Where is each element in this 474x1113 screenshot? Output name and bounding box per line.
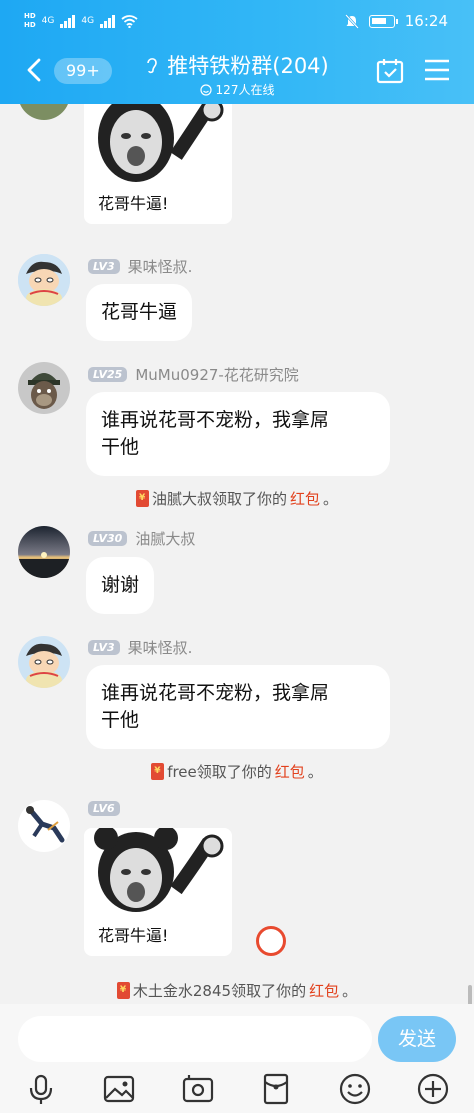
- sender-name[interactable]: 油腻大叔: [135, 528, 195, 549]
- sender-meta: LV30 油腻大叔: [88, 528, 195, 549]
- plus-icon[interactable]: [416, 1072, 450, 1106]
- sender-meta: LV3 果味怪叔.: [88, 637, 192, 658]
- message-bubble[interactable]: 谁再说花哥不宠粉，我拿屌 干他: [86, 392, 390, 476]
- avatar[interactable]: [18, 254, 70, 306]
- message-text: 花哥牛逼: [101, 301, 178, 323]
- signal-icon: [60, 14, 76, 28]
- red-envelope-icon: [151, 763, 165, 780]
- avatar[interactable]: [18, 800, 70, 852]
- message-text-line: 谁再说花哥不宠粉，我拿屌: [101, 409, 330, 431]
- panda-meme-image: [84, 828, 232, 923]
- network-label-2: 4G: [81, 16, 95, 26]
- avatar[interactable]: [18, 636, 70, 688]
- reaction-badge-icon[interactable]: [256, 926, 286, 956]
- image-icon[interactable]: [102, 1072, 136, 1106]
- level-badge: LV25: [88, 367, 128, 382]
- level-badge: LV30: [88, 531, 128, 546]
- online-status-icon: [199, 83, 212, 96]
- mute-icon: [344, 13, 359, 29]
- message-bubble[interactable]: 谁再说花哥不宠粉，我拿屌 干他: [86, 665, 390, 749]
- red-envelope-icon: [135, 490, 149, 507]
- message-bubble[interactable]: 谢谢: [86, 557, 155, 614]
- chat-header: HD HD 4G 4G 16:24 99+ 推特铁粉群(204) 127人在线: [0, 0, 474, 104]
- network-label-1: 4G: [41, 16, 55, 26]
- redpacket-link[interactable]: 红包: [275, 761, 305, 782]
- meme-sticker[interactable]: 花哥牛逼!: [84, 104, 232, 224]
- message-text-line: 干他: [101, 709, 140, 731]
- sender-meta: LV6: [88, 801, 128, 816]
- message-list[interactable]: 花哥牛逼! LV3 果味怪叔. 花哥牛逼 LV25 MuMu0927-花花研究院…: [0, 104, 474, 1004]
- avatar[interactable]: [18, 104, 70, 120]
- level-badge: LV3: [88, 640, 120, 655]
- calendar-check-icon[interactable]: [376, 58, 404, 84]
- skater-avatar-image: [18, 800, 70, 852]
- online-count: 127人在线: [215, 83, 275, 97]
- sim-indicator: HD HD: [24, 12, 36, 29]
- microphone-icon[interactable]: [24, 1072, 58, 1106]
- red-envelope-icon: [116, 982, 130, 999]
- sender-name[interactable]: MuMu0927-花花研究院: [135, 364, 299, 385]
- sender-name[interactable]: 果味怪叔.: [128, 637, 193, 658]
- sticker-caption: 花哥牛逼!: [98, 194, 169, 213]
- signal-icon: [100, 14, 116, 28]
- message-input[interactable]: [18, 1016, 372, 1062]
- redpacket-notice: 木土金水2845领取了你的红包。: [0, 980, 474, 1001]
- sender-meta: LV3 果味怪叔.: [88, 256, 192, 277]
- send-button[interactable]: 发送: [378, 1016, 456, 1062]
- cartoon-avatar-image: [18, 254, 70, 306]
- sunset-avatar-image: [18, 526, 70, 578]
- redpacket-notice: 油腻大叔领取了你的红包。: [0, 488, 474, 509]
- status-bar: HD HD 4G 4G 16:24: [0, 0, 474, 42]
- emoji-icon[interactable]: [338, 1072, 372, 1106]
- redpacket-notice: free领取了你的红包。: [0, 761, 474, 782]
- battery-icon: [368, 14, 398, 28]
- sender-meta: LV25 MuMu0927-花花研究院: [88, 364, 299, 385]
- clock: 16:24: [404, 12, 448, 30]
- message-bubble[interactable]: 花哥牛逼: [86, 284, 193, 341]
- sticker-caption: 花哥牛逼!: [98, 926, 169, 945]
- level-badge: LV3: [88, 259, 120, 274]
- camera-icon[interactable]: [181, 1072, 215, 1106]
- cartoon-avatar-image: [18, 636, 70, 688]
- ear-icon: [147, 58, 158, 74]
- avatar[interactable]: [18, 362, 70, 414]
- redpacket-link[interactable]: 红包: [309, 980, 339, 1001]
- red-packet-icon[interactable]: [259, 1072, 293, 1106]
- sender-name[interactable]: 果味怪叔.: [128, 256, 193, 277]
- panda-meme-image: [84, 104, 232, 191]
- meme-sticker[interactable]: 花哥牛逼!: [84, 828, 232, 956]
- redpacket-link[interactable]: 红包: [290, 488, 320, 509]
- message-text-line: 干他: [101, 436, 140, 458]
- wifi-icon: [121, 14, 138, 28]
- level-badge: LV6: [88, 801, 120, 816]
- group-name: 推特铁粉群(204): [167, 54, 329, 78]
- input-bar: 发送: [0, 1004, 474, 1113]
- message-text: 谢谢: [101, 574, 140, 596]
- avatar[interactable]: [18, 526, 70, 578]
- message-text-line: 谁再说花哥不宠粉，我拿屌: [101, 682, 330, 704]
- menu-icon[interactable]: [424, 58, 450, 82]
- ape-avatar-image: [18, 362, 70, 414]
